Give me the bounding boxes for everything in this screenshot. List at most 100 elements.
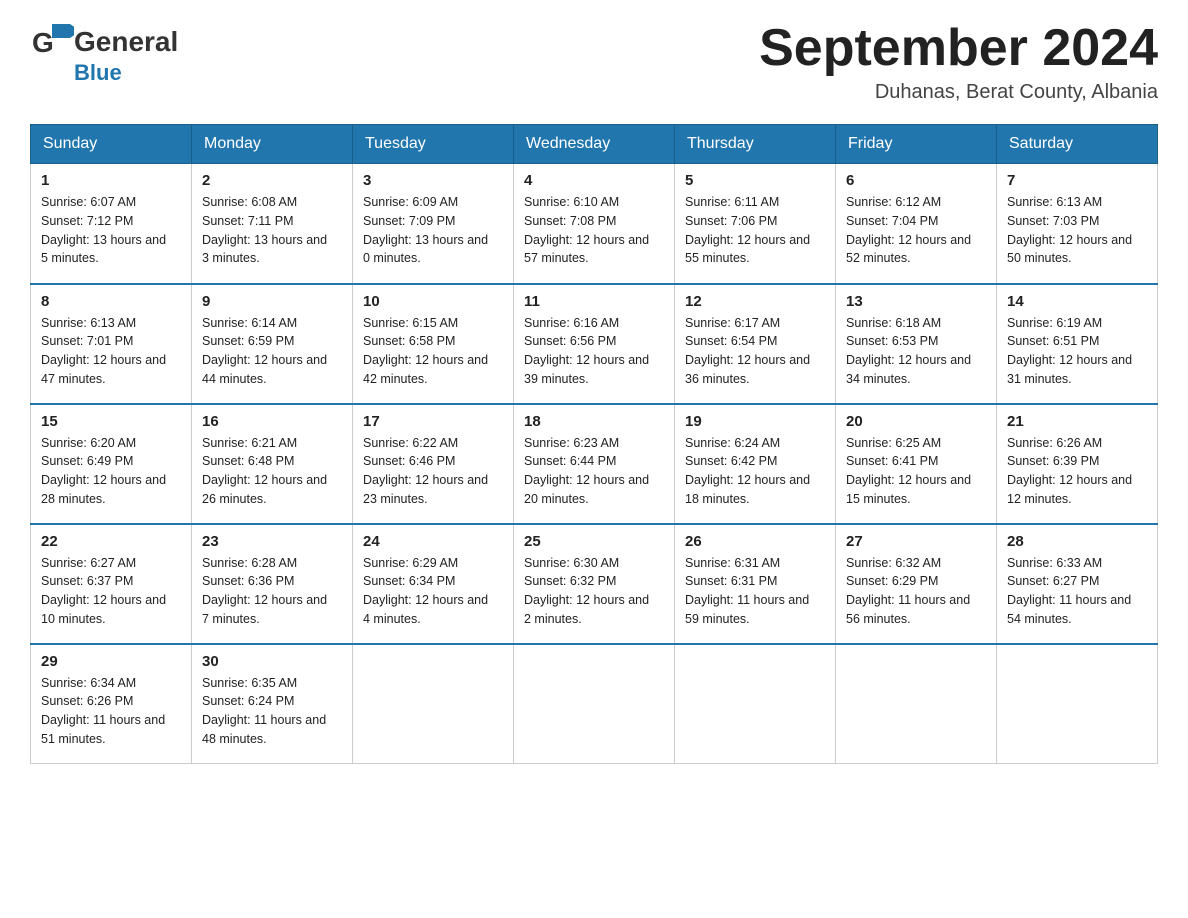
day-info: Sunrise: 6:26 AM Sunset: 6:39 PM Dayligh… [1007,434,1147,509]
logo-icon: G [30,20,74,64]
calendar-table: Sunday Monday Tuesday Wednesday Thursday… [30,124,1158,764]
day-info: Sunrise: 6:16 AM Sunset: 6:56 PM Dayligh… [524,314,664,389]
table-row: 27 Sunrise: 6:32 AM Sunset: 6:29 PM Dayl… [836,524,997,644]
table-row: 1 Sunrise: 6:07 AM Sunset: 7:12 PM Dayli… [31,164,192,284]
day-number: 27 [846,533,986,550]
day-info: Sunrise: 6:30 AM Sunset: 6:32 PM Dayligh… [524,554,664,629]
day-number: 18 [524,413,664,430]
day-number: 16 [202,413,342,430]
day-number: 25 [524,533,664,550]
page-title: September 2024 [759,20,1158,77]
table-row: 17 Sunrise: 6:22 AM Sunset: 6:46 PM Dayl… [353,404,514,524]
calendar-week-4: 22 Sunrise: 6:27 AM Sunset: 6:37 PM Dayl… [31,524,1158,644]
table-row: 5 Sunrise: 6:11 AM Sunset: 7:06 PM Dayli… [675,164,836,284]
day-info: Sunrise: 6:31 AM Sunset: 6:31 PM Dayligh… [685,554,825,629]
day-number: 14 [1007,293,1147,310]
calendar-header-row: Sunday Monday Tuesday Wednesday Thursday… [31,125,1158,164]
table-row: 16 Sunrise: 6:21 AM Sunset: 6:48 PM Dayl… [192,404,353,524]
day-number: 7 [1007,172,1147,189]
day-number: 1 [41,172,181,189]
day-number: 24 [363,533,503,550]
table-row: 23 Sunrise: 6:28 AM Sunset: 6:36 PM Dayl… [192,524,353,644]
day-info: Sunrise: 6:23 AM Sunset: 6:44 PM Dayligh… [524,434,664,509]
table-row: 18 Sunrise: 6:23 AM Sunset: 6:44 PM Dayl… [514,404,675,524]
day-number: 2 [202,172,342,189]
day-number: 13 [846,293,986,310]
day-number: 19 [685,413,825,430]
day-info: Sunrise: 6:19 AM Sunset: 6:51 PM Dayligh… [1007,314,1147,389]
day-number: 10 [363,293,503,310]
table-row: 13 Sunrise: 6:18 AM Sunset: 6:53 PM Dayl… [836,284,997,404]
day-info: Sunrise: 6:13 AM Sunset: 7:03 PM Dayligh… [1007,193,1147,268]
day-number: 28 [1007,533,1147,550]
day-info: Sunrise: 6:18 AM Sunset: 6:53 PM Dayligh… [846,314,986,389]
col-wednesday: Wednesday [514,125,675,164]
day-number: 6 [846,172,986,189]
page-subtitle: Duhanas, Berat County, Albania [759,81,1158,104]
day-number: 21 [1007,413,1147,430]
day-number: 17 [363,413,503,430]
day-info: Sunrise: 6:14 AM Sunset: 6:59 PM Dayligh… [202,314,342,389]
day-info: Sunrise: 6:12 AM Sunset: 7:04 PM Dayligh… [846,193,986,268]
day-info: Sunrise: 6:35 AM Sunset: 6:24 PM Dayligh… [202,674,342,749]
day-info: Sunrise: 6:22 AM Sunset: 6:46 PM Dayligh… [363,434,503,509]
table-row: 24 Sunrise: 6:29 AM Sunset: 6:34 PM Dayl… [353,524,514,644]
table-row: 8 Sunrise: 6:13 AM Sunset: 7:01 PM Dayli… [31,284,192,404]
col-sunday: Sunday [31,125,192,164]
calendar-week-5: 29 Sunrise: 6:34 AM Sunset: 6:26 PM Dayl… [31,644,1158,764]
table-row [353,644,514,764]
day-number: 5 [685,172,825,189]
day-info: Sunrise: 6:11 AM Sunset: 7:06 PM Dayligh… [685,193,825,268]
day-info: Sunrise: 6:34 AM Sunset: 6:26 PM Dayligh… [41,674,181,749]
day-info: Sunrise: 6:25 AM Sunset: 6:41 PM Dayligh… [846,434,986,509]
day-number: 15 [41,413,181,430]
calendar-week-2: 8 Sunrise: 6:13 AM Sunset: 7:01 PM Dayli… [31,284,1158,404]
table-row: 11 Sunrise: 6:16 AM Sunset: 6:56 PM Dayl… [514,284,675,404]
day-info: Sunrise: 6:07 AM Sunset: 7:12 PM Dayligh… [41,193,181,268]
table-row [514,644,675,764]
logo-blue-text: Blue [74,60,122,85]
table-row: 6 Sunrise: 6:12 AM Sunset: 7:04 PM Dayli… [836,164,997,284]
day-number: 3 [363,172,503,189]
header: G General Blue September 2024 Duhanas, B… [30,20,1158,104]
svg-text:G: G [32,27,54,58]
col-friday: Friday [836,125,997,164]
table-row: 14 Sunrise: 6:19 AM Sunset: 6:51 PM Dayl… [997,284,1158,404]
col-saturday: Saturday [997,125,1158,164]
table-row: 19 Sunrise: 6:24 AM Sunset: 6:42 PM Dayl… [675,404,836,524]
day-number: 30 [202,653,342,670]
day-number: 23 [202,533,342,550]
table-row [997,644,1158,764]
logo: G General Blue [30,20,178,86]
title-area: September 2024 Duhanas, Berat County, Al… [759,20,1158,104]
day-info: Sunrise: 6:33 AM Sunset: 6:27 PM Dayligh… [1007,554,1147,629]
table-row: 7 Sunrise: 6:13 AM Sunset: 7:03 PM Dayli… [997,164,1158,284]
day-info: Sunrise: 6:10 AM Sunset: 7:08 PM Dayligh… [524,193,664,268]
logo-general-text: General [74,26,178,58]
table-row: 26 Sunrise: 6:31 AM Sunset: 6:31 PM Dayl… [675,524,836,644]
day-info: Sunrise: 6:15 AM Sunset: 6:58 PM Dayligh… [363,314,503,389]
day-number: 20 [846,413,986,430]
day-info: Sunrise: 6:13 AM Sunset: 7:01 PM Dayligh… [41,314,181,389]
table-row: 30 Sunrise: 6:35 AM Sunset: 6:24 PM Dayl… [192,644,353,764]
day-number: 8 [41,293,181,310]
calendar-week-1: 1 Sunrise: 6:07 AM Sunset: 7:12 PM Dayli… [31,164,1158,284]
table-row: 12 Sunrise: 6:17 AM Sunset: 6:54 PM Dayl… [675,284,836,404]
table-row [675,644,836,764]
col-tuesday: Tuesday [353,125,514,164]
day-number: 22 [41,533,181,550]
day-number: 12 [685,293,825,310]
day-info: Sunrise: 6:21 AM Sunset: 6:48 PM Dayligh… [202,434,342,509]
table-row: 9 Sunrise: 6:14 AM Sunset: 6:59 PM Dayli… [192,284,353,404]
day-info: Sunrise: 6:32 AM Sunset: 6:29 PM Dayligh… [846,554,986,629]
table-row: 25 Sunrise: 6:30 AM Sunset: 6:32 PM Dayl… [514,524,675,644]
col-thursday: Thursday [675,125,836,164]
day-number: 9 [202,293,342,310]
table-row: 22 Sunrise: 6:27 AM Sunset: 6:37 PM Dayl… [31,524,192,644]
table-row: 29 Sunrise: 6:34 AM Sunset: 6:26 PM Dayl… [31,644,192,764]
table-row: 20 Sunrise: 6:25 AM Sunset: 6:41 PM Dayl… [836,404,997,524]
day-number: 11 [524,293,664,310]
day-info: Sunrise: 6:28 AM Sunset: 6:36 PM Dayligh… [202,554,342,629]
table-row: 4 Sunrise: 6:10 AM Sunset: 7:08 PM Dayli… [514,164,675,284]
day-info: Sunrise: 6:27 AM Sunset: 6:37 PM Dayligh… [41,554,181,629]
